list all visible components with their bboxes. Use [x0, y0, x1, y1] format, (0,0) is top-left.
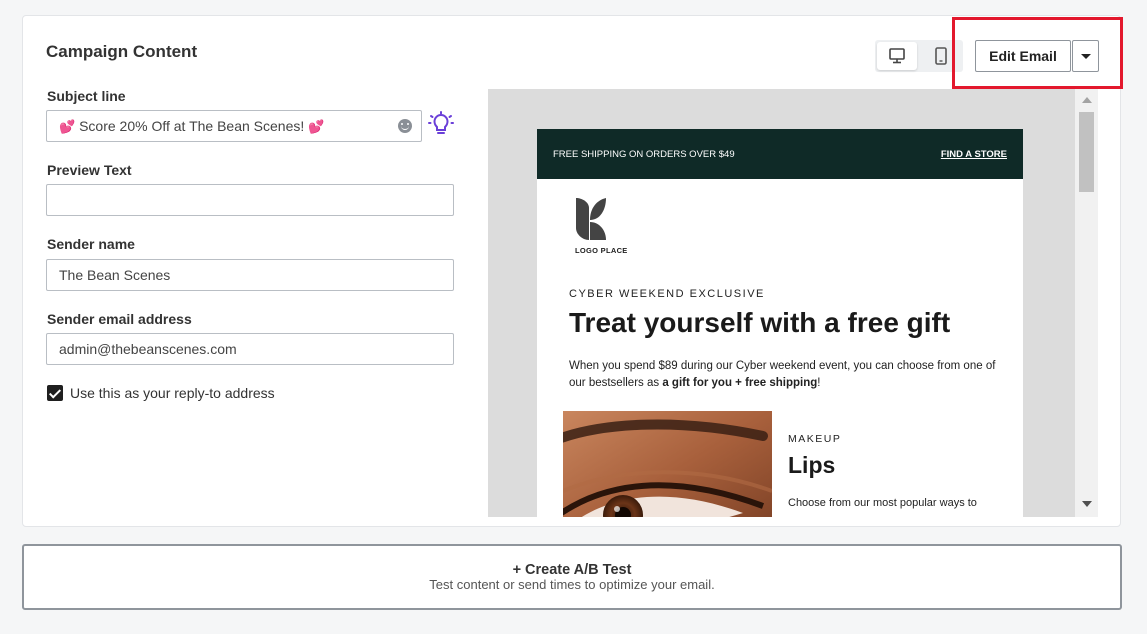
eye-photo-image [563, 411, 772, 517]
subject-line-label: Subject line [47, 88, 126, 104]
email-body: FREE SHIPPING ON ORDERS OVER $49 FIND A … [537, 129, 1023, 517]
create-ab-test-button[interactable]: + Create A/B Test Test content or send t… [22, 544, 1122, 610]
ab-test-subtitle: Test content or send times to optimize y… [429, 577, 715, 592]
heart-emoji: 💕 [308, 119, 325, 134]
reply-to-checkbox[interactable] [47, 385, 63, 401]
email-top-bar: FREE SHIPPING ON ORDERS OVER $49 FIND A … [537, 129, 1023, 179]
logo-text: LOGO PLACE [575, 246, 628, 255]
highlight-box [952, 17, 1123, 89]
ab-test-title: + Create A/B Test [512, 562, 632, 578]
sender-email-label: Sender email address [47, 311, 192, 327]
email-body-copy: When you spend $89 during our Cyber week… [569, 360, 996, 389]
product-eyebrow: MAKEUP [788, 433, 842, 445]
heart-emoji: 💕 [59, 119, 76, 134]
preview-text-label: Preview Text [47, 162, 132, 178]
find-store-link[interactable]: FIND A STORE [941, 149, 1007, 160]
scroll-down-arrow-icon[interactable] [1082, 501, 1092, 507]
preview-scrollbar[interactable] [1075, 89, 1098, 517]
reply-to-label: Use this as your reply-to address [70, 385, 275, 401]
product-copy: Choose from our most popular ways to [788, 497, 977, 509]
logo-icon [576, 198, 606, 240]
email-headline: Treat yourself with a free gift [569, 307, 951, 338]
subject-line-value: Score 20% Off at The Bean Scenes! [79, 118, 305, 134]
product-title: Lips [788, 452, 836, 478]
emoji-picker-icon[interactable] [398, 119, 412, 133]
shipping-text: FREE SHIPPING ON ORDERS OVER $49 [553, 148, 735, 160]
preview-text-input[interactable] [46, 184, 454, 216]
sender-name-input[interactable]: The Bean Scenes [46, 259, 454, 291]
subject-line-input[interactable]: 💕 Score 20% Off at The Bean Scenes! 💕 [46, 110, 422, 142]
email-eyebrow: CYBER WEEKEND EXCLUSIVE [569, 288, 765, 300]
logo: LOGO PLACE [575, 196, 635, 255]
desktop-icon [889, 48, 905, 64]
scrollbar-thumb[interactable] [1079, 112, 1094, 192]
sender-name-label: Sender name [47, 236, 135, 252]
card-title: Campaign Content [46, 42, 198, 61]
email-preview: FREE SHIPPING ON ORDERS OVER $49 FIND A … [488, 89, 1098, 517]
view-toggle [875, 40, 963, 72]
product-photo [563, 411, 772, 517]
campaign-content-card: Campaign Content Subject line 💕 Score 20… [22, 15, 1123, 527]
desktop-view-button[interactable] [877, 42, 917, 70]
scroll-up-arrow-icon[interactable] [1082, 97, 1092, 103]
sender-email-input[interactable]: admin@thebeanscenes.com [46, 333, 454, 365]
lightbulb-icon[interactable] [428, 111, 454, 137]
